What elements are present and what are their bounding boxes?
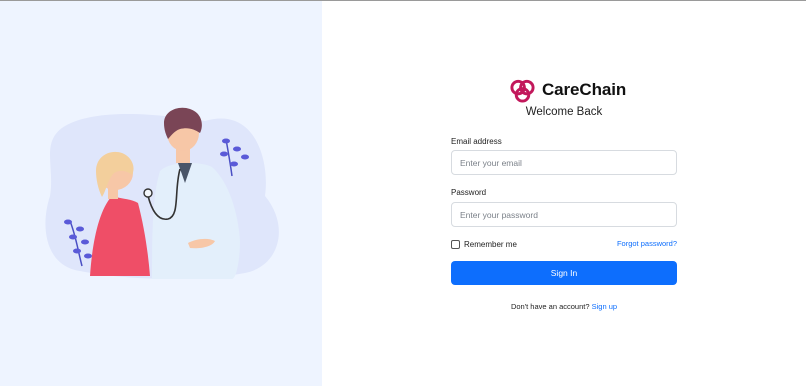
- brand: CareChain: [509, 75, 626, 105]
- remember-checkbox[interactable]: [451, 239, 460, 249]
- forgot-password-link[interactable]: Forgot password?: [617, 239, 677, 248]
- signup-prompt: Don't have an account? Sign up: [451, 302, 677, 311]
- remember-me[interactable]: Remember me: [451, 238, 517, 250]
- doctor-patient-illustration: [45, 107, 279, 279]
- login-page: CareChain Welcome Back Email address Pas…: [0, 0, 806, 386]
- login-form-panel: CareChain Welcome Back Email address Pas…: [322, 1, 806, 386]
- brand-name: CareChain: [542, 80, 627, 99]
- signup-prompt-text: Don't have an account?: [510, 302, 590, 311]
- password-field[interactable]: [451, 202, 677, 227]
- email-field[interactable]: [451, 150, 677, 175]
- sign-up-link[interactable]: Sign up: [592, 302, 617, 311]
- remember-label: Remember me: [464, 239, 517, 249]
- sign-in-button[interactable]: Sign In: [451, 261, 677, 285]
- illustration-panel: [0, 1, 322, 386]
- carechain-knot-logo-icon: [510, 79, 535, 103]
- welcome-heading: Welcome Back: [525, 106, 603, 118]
- password-label: Password: [451, 188, 487, 197]
- email-label: Email address: [451, 137, 502, 146]
